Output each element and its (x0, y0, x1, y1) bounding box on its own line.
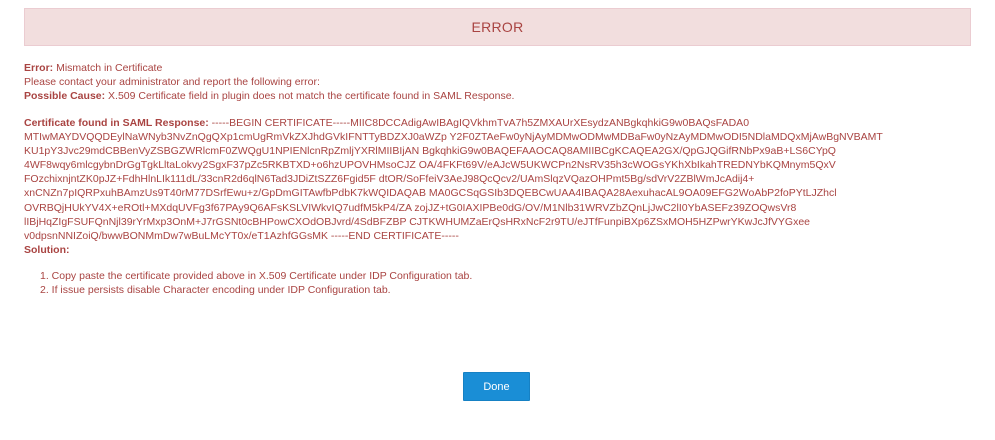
solution-step: 1. Copy paste the certificate provided a… (40, 269, 473, 282)
certificate-line: 4WF8wqy6mlcgybnDrGgTgkLltaLokvy2SgxF37pZ… (24, 159, 836, 172)
possible-cause-label: Possible Cause: (24, 90, 106, 102)
certificate-line: MTIwMAYDVQQDEylNaWNyb3NvZnQgQXp1cmUgRmVk… (24, 131, 883, 144)
certificate-block: Certificate found in SAML Response: ----… (24, 116, 974, 243)
solution-steps: 1. Copy paste the certificate provided a… (24, 269, 974, 297)
possible-cause: Possible Cause: X.509 Certificate field … (24, 89, 974, 103)
certificate-line: lIBjHqZIgFSUFQnNjl39rYrMxp3OnM+J7rGSNt0c… (24, 215, 811, 228)
certificate-label: Certificate found in SAML Response: (24, 117, 209, 129)
certificate-line: Certificate found in SAML Response: ----… (24, 116, 974, 130)
solution-step: 2. If issue persists disable Character e… (40, 283, 391, 296)
certificate-line: xnCNZn7pIQRPxuhBAmzUs9T40rM77DSrfEwu+z/G… (24, 187, 837, 200)
error-text: Mismatch in Certificate (53, 62, 163, 74)
done-button[interactable]: Done (463, 372, 530, 401)
contact-admin-message: Please contact your administrator and re… (24, 76, 320, 88)
error-details: Error: Mismatch in Certificate Please co… (24, 61, 974, 297)
possible-cause-text: X.509 Certificate field in plugin does n… (105, 90, 515, 102)
error-banner: ERROR (24, 8, 971, 46)
solution-label: Solution: (24, 243, 70, 256)
error-label: Error: (24, 62, 54, 74)
certificate-line: v0dpsnNNIZoiQ/bwwBONMmDw7wBuLMcYT0x/eT1A… (24, 229, 459, 242)
error-message: Error: Mismatch in Certificate (24, 61, 974, 75)
certificate-line: KU1pY3Jvc29mdCBBenVyZSBGZWRlcmF0ZWQgU1NP… (24, 145, 836, 158)
certificate-line: FOzchixnjntZK0pJZ+FdhHlnLIk111dL/33cnR2d… (24, 173, 755, 186)
certificate-line: OVRBQjHUkYV4X+eROtl+MXdqUVFg3f67PAy9Q6AF… (24, 201, 797, 214)
certificate-text: -----BEGIN CERTIFICATE-----MIIC8DCCAdigA… (208, 117, 750, 129)
error-banner-title: ERROR (471, 19, 524, 35)
solution-heading: Solution: (24, 243, 974, 257)
